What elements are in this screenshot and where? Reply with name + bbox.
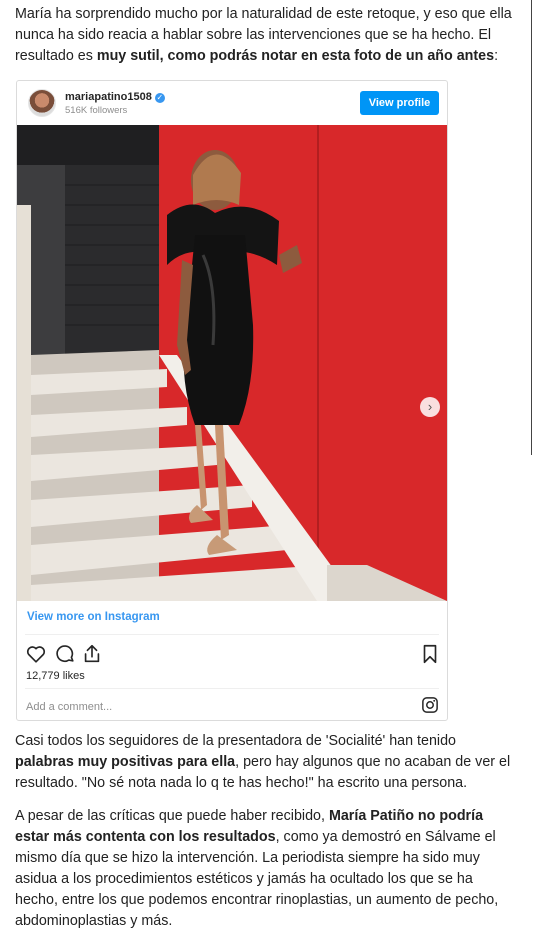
article-paragraph-3: A pesar de las críticas que puede haber …: [15, 806, 515, 932]
view-more-link[interactable]: View more on Instagram: [27, 611, 160, 623]
paragraph-bold-text: palabras muy positivas para ella: [15, 754, 236, 770]
chevron-right-icon: ›: [427, 399, 433, 414]
carousel-next-button[interactable]: ›: [420, 397, 440, 417]
instagram-username[interactable]: mariapatino1508 ✓: [65, 91, 165, 103]
post-photo[interactable]: ›: [17, 125, 447, 601]
heart-icon[interactable]: [25, 643, 47, 665]
instagram-header: mariapatino1508 ✓ 516K followers View pro…: [17, 81, 447, 125]
share-icon[interactable]: [81, 643, 103, 665]
article-paragraph-1: María ha sorprendido mucho por la natura…: [15, 4, 515, 67]
verified-badge-icon: ✓: [154, 93, 165, 103]
instagram-embed: mariapatino1508 ✓ 516K followers View pro…: [16, 80, 448, 721]
instagram-logo-icon[interactable]: [421, 696, 439, 714]
avatar[interactable]: [28, 89, 56, 117]
divider: [25, 688, 439, 689]
bookmark-icon[interactable]: [419, 643, 441, 665]
post-photo-image: [17, 125, 447, 601]
username-text[interactable]: mariapatino1508: [65, 91, 152, 103]
comment-input[interactable]: Add a comment...: [26, 701, 112, 713]
paragraph-text: A pesar de las críticas que puede haber …: [15, 808, 329, 824]
article-paragraph-2: Casi todos los seguidores de la presenta…: [15, 731, 515, 794]
comment-icon[interactable]: [54, 643, 76, 665]
like-count[interactable]: 12,779 likes: [26, 670, 85, 682]
paragraph-bold-text: muy sutil, como podrás notar en esta fot…: [96, 48, 495, 64]
view-profile-button[interactable]: View profile: [360, 91, 439, 115]
paragraph-text: :: [494, 48, 499, 64]
page-edge-rule: [531, 0, 532, 455]
divider: [25, 634, 439, 635]
paragraph-text: Casi todos los seguidores de la presenta…: [15, 733, 457, 749]
follower-count: 516K followers: [65, 105, 128, 116]
